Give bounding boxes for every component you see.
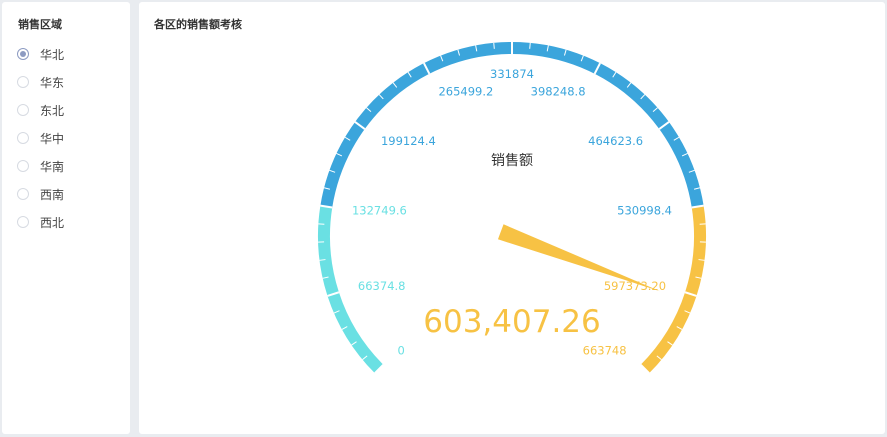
gauge-axis-label: 663748	[583, 344, 627, 358]
gauge-axis-label: 398248.8	[531, 85, 586, 99]
filter-title: 销售区域	[18, 18, 62, 31]
radio-circle-icon[interactable]	[17, 48, 29, 60]
gauge-minor-tick	[529, 42, 531, 49]
region-option-label: 西北	[40, 215, 65, 230]
region-radio-group: 华北华东东北华中华南西南西北	[17, 40, 64, 236]
gauge-minor-tick	[493, 42, 495, 49]
sales-gauge-panel: 各区的销售额考核 0 66374.8 132749.6 199124.4 265499.…	[139, 2, 885, 434]
region-option-label: 东北	[40, 103, 65, 118]
gauge-axis-label: 0	[397, 344, 404, 358]
gauge-axis-label: 530998.4	[617, 204, 672, 218]
region-option[interactable]: 东北	[17, 96, 64, 124]
gauge-axis-label: 132749.6	[352, 204, 407, 218]
radio-circle-icon[interactable]	[17, 76, 29, 88]
radio-circle-icon[interactable]	[17, 104, 29, 116]
radio-circle-icon[interactable]	[17, 132, 29, 144]
gauge-pointer	[497, 224, 661, 292]
gauge-axis-label: 331874	[490, 67, 534, 81]
region-option[interactable]: 华东	[17, 68, 64, 96]
region-option[interactable]: 华中	[17, 124, 64, 152]
region-filter-panel: 销售区域 华北华东东北华中华南西南西北	[2, 2, 130, 434]
region-option-label: 华南	[40, 159, 65, 174]
radio-circle-icon[interactable]	[17, 188, 29, 200]
gauge-value: 603,407.26	[423, 304, 601, 340]
region-option[interactable]: 华北	[17, 40, 64, 68]
gauge-axis-label: 199124.4	[381, 134, 436, 148]
gauge-axis-label: 265499.2	[438, 85, 493, 99]
radio-circle-icon[interactable]	[17, 216, 29, 228]
region-option-label: 华中	[40, 131, 65, 146]
region-option-label: 西南	[40, 187, 65, 202]
gauge-axis-label: 464623.6	[588, 134, 643, 148]
region-option[interactable]: 西南	[17, 180, 64, 208]
gauge-series-name: 销售额	[491, 153, 533, 169]
region-option-label: 华北	[40, 47, 65, 62]
region-option[interactable]: 西北	[17, 208, 64, 236]
radio-circle-icon[interactable]	[17, 160, 29, 172]
gauge-chart: 0 66374.8 132749.6 199124.4 265499.2 331874 39…	[318, 42, 706, 374]
region-option-label: 华东	[40, 75, 65, 90]
region-option[interactable]: 华南	[17, 152, 64, 180]
gauge-axis-label: 66374.8	[358, 279, 406, 293]
